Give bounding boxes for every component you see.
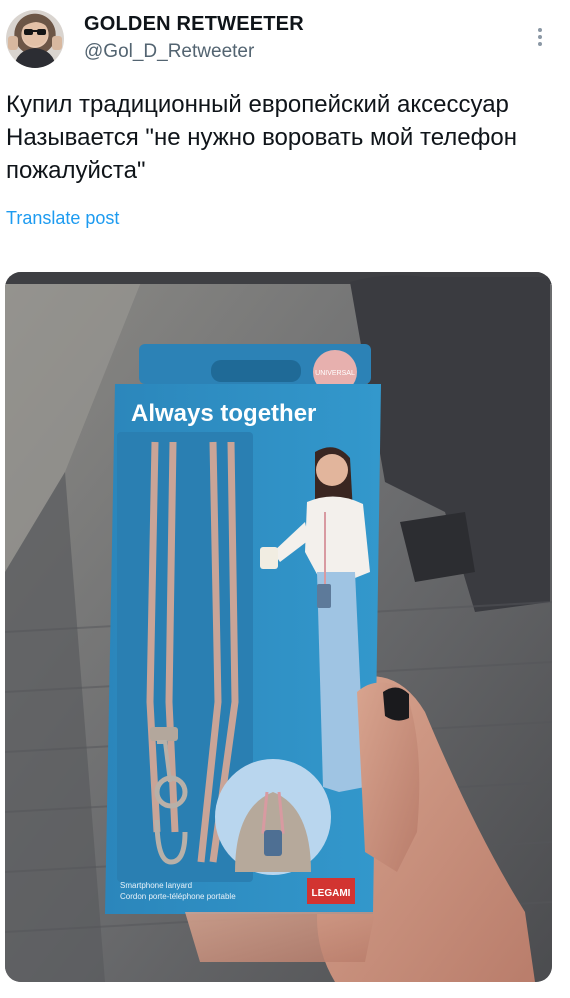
- author-display-name[interactable]: GOLDEN RETWEETER: [84, 13, 304, 36]
- package-brand: LEGAMI: [312, 888, 351, 899]
- package-title: Always together: [131, 400, 316, 427]
- more-dot: [538, 28, 542, 32]
- package-badge: UNIVERSAL: [315, 370, 355, 377]
- package-caption-line2: Cordon porte-téléphone portable: [120, 892, 236, 901]
- more-vertical-icon[interactable]: [530, 22, 550, 50]
- media-photo: UNIVERSAL Always together Smartphone lan…: [5, 272, 552, 982]
- translate-post-link[interactable]: Translate post: [6, 208, 119, 229]
- author-handle[interactable]: @Gol_D_Retweeter: [84, 41, 254, 63]
- tweet-header: GOLDEN RETWEETER @Gol_D_Retweeter: [0, 0, 570, 80]
- tweet-media[interactable]: UNIVERSAL Always together Smartphone lan…: [5, 272, 552, 982]
- more-dot: [538, 42, 542, 46]
- avatar[interactable]: [6, 10, 64, 68]
- tweet-text: Купил традиционный европейский аксессуар…: [6, 91, 517, 184]
- more-dot: [538, 35, 542, 39]
- avatar-image: [8, 15, 62, 68]
- package-caption-line1: Smartphone lanyard: [120, 881, 192, 890]
